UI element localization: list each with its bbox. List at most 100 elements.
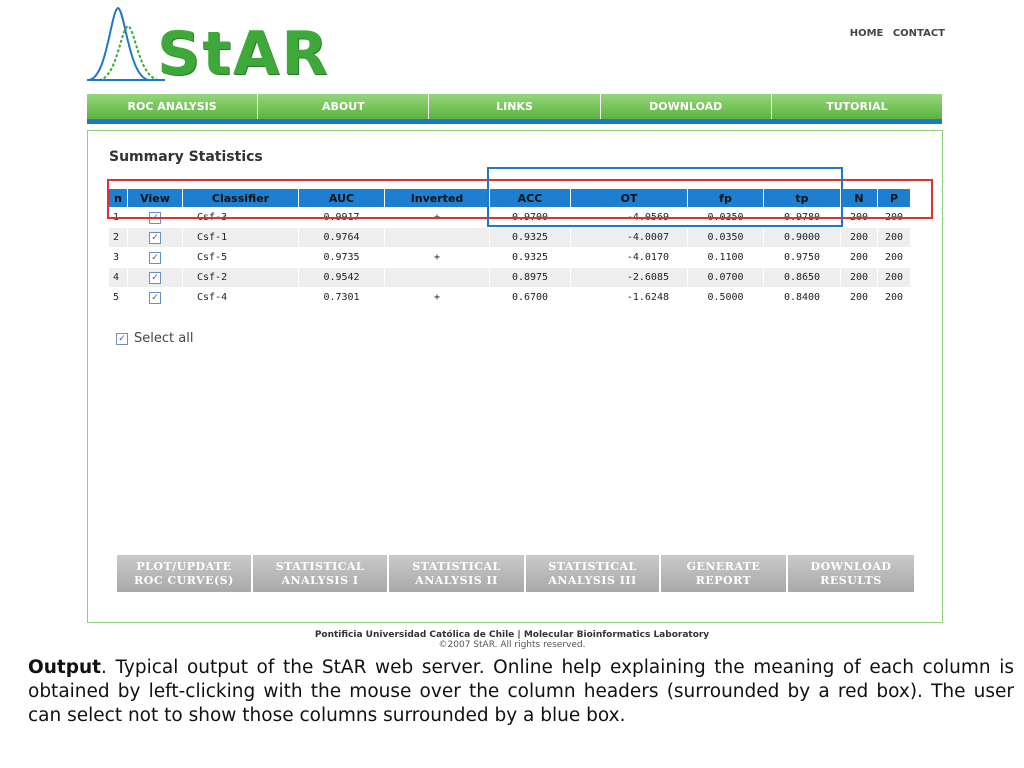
select-all-label: Select all [134, 331, 194, 346]
row-inverted: + [385, 208, 489, 227]
row-ot: -1.6248 [571, 288, 687, 307]
view-checkbox[interactable]: ✓ [149, 211, 161, 224]
row-N: 200 [841, 268, 877, 287]
row-auc: 0.9917 [299, 208, 384, 227]
main-nav: ROC ANALYSIS ABOUT LINKS DOWNLOAD TUTORI… [87, 94, 942, 124]
col-header-N[interactable]: N [841, 189, 877, 207]
row-classifier: Csf-5 [183, 248, 298, 267]
col-header-inverted[interactable]: Inverted [385, 189, 489, 207]
table-row: 4 ✓ Csf-2 0.9542 0.8975 -2.6085 0.0700 0.8650 20… [109, 268, 910, 287]
row-P: 200 [878, 268, 910, 287]
row-inverted [385, 268, 489, 287]
row-P: 200 [878, 248, 910, 267]
header: StAR HOME CONTACT [87, 0, 945, 92]
row-fp: 0.5000 [688, 288, 763, 307]
row-ot: -4.0170 [571, 248, 687, 267]
col-header-fp[interactable]: fp [688, 189, 763, 207]
nav-roc-analysis[interactable]: ROC ANALYSIS [87, 94, 259, 119]
col-header-tp[interactable]: tp [764, 189, 840, 207]
row-inverted: + [385, 288, 489, 307]
row-acc: 0.8975 [490, 268, 570, 287]
row-N: 200 [841, 288, 877, 307]
col-header-acc[interactable]: ACC [490, 189, 570, 207]
col-header-auc[interactable]: AUC [299, 189, 384, 207]
row-auc: 0.9542 [299, 268, 384, 287]
panel-title: Summary Statistics [109, 149, 263, 165]
row-view: ✓ [128, 268, 182, 287]
view-checkbox[interactable]: ✓ [149, 251, 161, 264]
row-tp: 0.9780 [764, 208, 840, 227]
table-row: 5 ✓ Csf-4 0.7301 +0.6700 -1.6248 0.5000 0.8400 2… [109, 288, 910, 307]
row-n: 3 [109, 248, 127, 267]
statistical-analysis-2-button[interactable]: STATISTICAL ANALYSIS II [389, 555, 526, 592]
view-checkbox[interactable]: ✓ [149, 271, 161, 284]
row-acc: 0.9325 [490, 228, 570, 247]
row-acc: 0.9700 [490, 208, 570, 227]
row-N: 200 [841, 208, 877, 227]
row-fp: 0.0350 [688, 228, 763, 247]
statistical-analysis-3-button[interactable]: STATISTICAL ANALYSIS III [526, 555, 661, 592]
row-auc: 0.9735 [299, 248, 384, 267]
row-n: 1 [109, 208, 127, 227]
row-classifier: Csf-2 [183, 268, 298, 287]
row-acc: 0.9325 [490, 248, 570, 267]
col-header-P[interactable]: P [878, 189, 910, 207]
col-header-view[interactable]: View [128, 189, 182, 207]
col-header-classifier[interactable]: Classifier [183, 189, 298, 207]
top-links: HOME CONTACT [844, 28, 945, 39]
caption-bold: Output [28, 657, 101, 678]
select-all-checkbox[interactable]: ✓ [116, 332, 128, 345]
row-auc: 0.7301 [299, 288, 384, 307]
row-tp: 0.8650 [764, 268, 840, 287]
table-header-row: n View Classifier AUC Inverted ACC OT fp… [109, 189, 910, 207]
col-header-n[interactable]: n [109, 189, 127, 207]
nav-links[interactable]: LINKS [429, 94, 601, 119]
contact-link[interactable]: CONTACT [893, 28, 945, 39]
action-buttons: PLOT/UPDATE ROC CURVE(S) STATISTICAL ANA… [117, 555, 914, 592]
row-inverted [385, 228, 489, 247]
nav-about[interactable]: ABOUT [258, 94, 430, 119]
row-view: ✓ [128, 288, 182, 307]
row-tp: 0.9750 [764, 248, 840, 267]
row-classifier: Csf-1 [183, 228, 298, 247]
col-header-ot[interactable]: OT [571, 189, 687, 207]
row-inverted: + [385, 248, 489, 267]
table-row: 2 ✓ Csf-1 0.9764 0.9325 -4.0007 0.0350 0.9000 20… [109, 228, 910, 247]
generate-report-button[interactable]: GENERATE REPORT [661, 555, 788, 592]
results-panel: Summary Statistics n View Classifier AUC… [87, 130, 943, 623]
row-tp: 0.8400 [764, 288, 840, 307]
caption-text: . Typical output of the StAR web server.… [28, 657, 1014, 726]
row-P: 200 [878, 208, 910, 227]
row-view: ✓ [128, 208, 182, 227]
row-ot: -4.0569 [571, 208, 687, 227]
row-P: 200 [878, 228, 910, 247]
row-ot: -4.0007 [571, 228, 687, 247]
row-fp: 0.1100 [688, 248, 763, 267]
statistical-analysis-1-button[interactable]: STATISTICAL ANALYSIS I [253, 555, 389, 592]
row-fp: 0.0700 [688, 268, 763, 287]
view-checkbox[interactable]: ✓ [149, 291, 161, 304]
download-results-button[interactable]: DOWNLOAD RESULTS [788, 555, 914, 592]
view-checkbox[interactable]: ✓ [149, 231, 161, 244]
footer: Pontificia Universidad Católica de Chile… [0, 630, 1024, 650]
plot-roc-button[interactable]: PLOT/UPDATE ROC CURVE(S) [117, 555, 253, 592]
table-row: 3 ✓ Csf-5 0.9735 +0.9325 -4.0170 0.1100 0.9750 2… [109, 248, 910, 267]
row-ot: -2.6085 [571, 268, 687, 287]
nav-tutorial[interactable]: TUTORIAL [772, 94, 942, 119]
row-n: 5 [109, 288, 127, 307]
summary-table: n View Classifier AUC Inverted ACC OT fp… [108, 188, 911, 308]
nav-download[interactable]: DOWNLOAD [601, 94, 772, 119]
row-tp: 0.9000 [764, 228, 840, 247]
row-view: ✓ [128, 228, 182, 247]
roc-curve-logo-icon [87, 6, 165, 81]
row-N: 200 [841, 248, 877, 267]
row-acc: 0.6700 [490, 288, 570, 307]
select-all[interactable]: ✓ Select all [116, 331, 193, 346]
logo-text: StAR [157, 19, 330, 89]
row-P: 200 [878, 288, 910, 307]
row-classifier: Csf-4 [183, 288, 298, 307]
row-auc: 0.9764 [299, 228, 384, 247]
row-n: 4 [109, 268, 127, 287]
footer-copyright: ©2007 StAR. All rights reserved. [438, 640, 586, 650]
home-link[interactable]: HOME [850, 28, 884, 39]
